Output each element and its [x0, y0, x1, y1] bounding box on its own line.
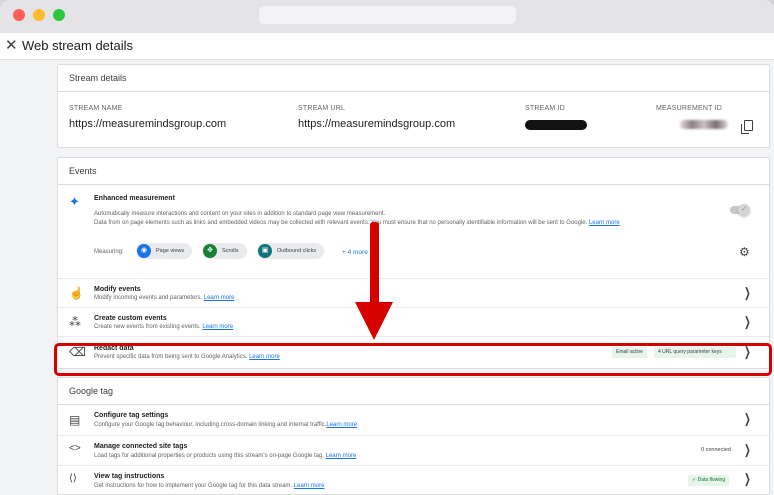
- page-title: Web stream details: [22, 38, 134, 53]
- stream-url-label: STREAM URL: [298, 105, 346, 112]
- configure-tag-learn-more[interactable]: Learn more: [326, 422, 357, 428]
- eye-icon: ◉: [137, 244, 151, 258]
- gear-icon[interactable]: ⚙: [739, 245, 750, 259]
- view-tag-instructions-title: View tag instructions: [94, 473, 165, 480]
- stream-id-label: STREAM ID: [525, 105, 565, 112]
- stream-name-field: STREAM NAME https://measuremindsgroup.co…: [69, 105, 226, 130]
- more-measurements-link[interactable]: + 4 more: [342, 249, 368, 256]
- enhanced-learn-more-link[interactable]: Learn more: [589, 220, 620, 226]
- chevron-right-icon: ❯: [744, 344, 751, 359]
- view-tag-instructions-row[interactable]: ⟨⟩ View tag instructions Get instruction…: [58, 465, 769, 494]
- view-tag-learn-more[interactable]: Learn more: [294, 483, 325, 489]
- connected-count: 0 connected: [701, 447, 731, 453]
- modify-events-learn-more[interactable]: Learn more: [204, 295, 235, 301]
- magic-wand-icon: ⁂: [69, 315, 81, 329]
- chip-outbound-clicks[interactable]: ▣ Outbound clicks: [257, 243, 325, 259]
- measurement-id-label: MEASUREMENT ID: [656, 105, 723, 112]
- chip-page-views-label: Page views: [156, 248, 185, 254]
- modify-events-desc: Modify incoming events and parameters. L…: [94, 295, 235, 301]
- address-bar[interactable]: [259, 6, 516, 24]
- check-icon: ✓: [738, 204, 750, 216]
- configure-tag-settings-title: Configure tag settings: [94, 412, 169, 419]
- data-flowing-badge: ✓ Data flowing: [688, 475, 730, 486]
- chevron-right-icon: ❯: [744, 471, 751, 486]
- google-tag-card: Google tag ▤ Configure tag settings Conf…: [57, 377, 770, 495]
- enhanced-measurement-desc: Automatically measure interactions and c…: [94, 211, 386, 217]
- events-card: Events ✦ Enhanced measurement Automatica…: [57, 157, 770, 369]
- chip-outbound-clicks-label: Outbound clicks: [277, 248, 317, 254]
- code-file-icon: ⟨⟩: [69, 473, 77, 484]
- code-icon: <>: [69, 443, 81, 454]
- redact-data-learn-more[interactable]: Learn more: [249, 354, 280, 360]
- view-tag-instructions-desc: Get instructions for how to implement yo…: [94, 483, 325, 489]
- cursor-icon: ▣: [258, 244, 272, 258]
- google-tag-heading: Google tag: [58, 378, 769, 405]
- redact-data-title: Redact data: [94, 345, 134, 352]
- events-heading: Events: [58, 158, 769, 185]
- stream-name-label: STREAM NAME: [69, 105, 123, 112]
- enhanced-measurement-desc-2: Data from on page elements such as links…: [94, 220, 620, 226]
- create-custom-events-row[interactable]: ⁂ Create custom events Create new events…: [58, 307, 769, 336]
- stream-id-field: STREAM ID: [525, 105, 587, 135]
- redact-data-row[interactable]: ⌫ Redact data Prevent specific data from…: [58, 336, 769, 368]
- sparkle-icon: ✦: [69, 194, 80, 209]
- create-custom-events-learn-more[interactable]: Learn more: [202, 324, 233, 330]
- tag-settings-icon: ▤: [69, 413, 81, 427]
- stream-url-field: STREAM URL https://measuremindsgroup.com: [298, 105, 455, 130]
- stream-id-redacted: [525, 120, 587, 130]
- chevron-right-icon: ❯: [744, 411, 751, 426]
- annotation-arrow-shaft: [370, 222, 379, 308]
- maximize-window-button[interactable]: [53, 9, 65, 21]
- stream-url-value: https://measuremindsgroup.com: [298, 118, 456, 130]
- copy-icon[interactable]: [741, 120, 753, 134]
- badge-email-active: Email active: [612, 347, 647, 358]
- create-custom-events-title: Create custom events: [94, 315, 167, 322]
- stream-details-heading: Stream details: [58, 65, 769, 92]
- chip-scrolls[interactable]: ✥ Scrolls: [202, 243, 247, 259]
- measurement-id-field: MEASUREMENT ID: [656, 105, 728, 134]
- configure-tag-settings-row[interactable]: ▤ Configure tag settings Configure your …: [58, 405, 769, 435]
- scroll-icon: ✥: [203, 244, 217, 258]
- measurement-id-blurred: [680, 120, 728, 129]
- chevron-right-icon: ❯: [744, 442, 751, 457]
- configure-tag-settings-desc: Configure your Google tag behaviour, inc…: [94, 422, 358, 428]
- chip-scrolls-label: Scrolls: [222, 248, 239, 254]
- minimize-window-button[interactable]: [33, 9, 45, 21]
- manage-connected-site-tags-row[interactable]: <> Manage connected site tags Load tags …: [58, 435, 769, 465]
- stream-details-card: Stream details STREAM NAME https://measu…: [57, 64, 770, 148]
- redact-data-desc: Prevent specific data from being sent to…: [94, 354, 280, 360]
- chevron-right-icon: ❯: [744, 314, 751, 329]
- touch-icon: ☝: [69, 286, 84, 300]
- modify-events-title: Modify events: [94, 286, 141, 293]
- badge-url-query: 4 URL query parameter keys: [654, 347, 736, 358]
- annotation-arrow-head: [355, 302, 393, 340]
- enhanced-measurement-title: Enhanced measurement: [94, 195, 175, 202]
- modify-events-row[interactable]: ☝ Modify events Modify incoming events a…: [58, 278, 769, 307]
- close-icon[interactable]: ✕: [5, 36, 18, 54]
- main-content: Stream details STREAM NAME https://measu…: [0, 61, 774, 495]
- chip-page-views[interactable]: ◉ Page views: [136, 243, 193, 259]
- manage-connected-site-tags-desc: Load tags for additional properties or p…: [94, 453, 357, 459]
- measuring-label: Measuring:: [94, 249, 124, 255]
- stream-name-value: https://measuremindsgroup.com: [69, 118, 227, 130]
- create-custom-events-desc: Create new events from existing events. …: [94, 324, 234, 330]
- manage-tags-learn-more[interactable]: Learn more: [326, 453, 357, 459]
- chevron-right-icon: ❯: [744, 285, 751, 300]
- close-window-button[interactable]: [13, 9, 25, 21]
- manage-connected-site-tags-title: Manage connected site tags: [94, 443, 188, 450]
- title-bar: [0, 0, 774, 33]
- eraser-icon: ⌫: [69, 345, 86, 359]
- enhanced-measurement-toggle[interactable]: ✓: [730, 204, 750, 216]
- enhanced-measurement-row: ✦ Enhanced measurement Automatically mea…: [58, 185, 769, 278]
- browser-window: ✕ Web stream details Stream details STRE…: [0, 0, 774, 495]
- page-header: ✕ Web stream details: [0, 33, 774, 60]
